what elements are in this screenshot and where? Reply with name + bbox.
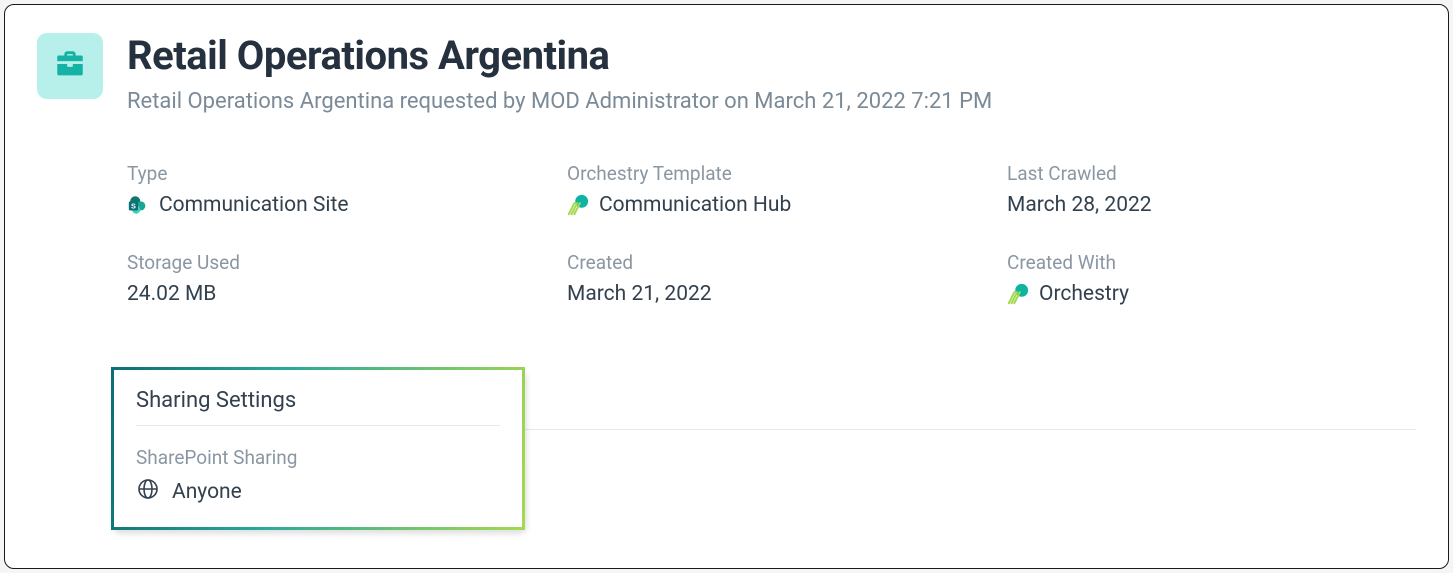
workspace-icon-box bbox=[37, 33, 103, 99]
detail-value: S Communication Site bbox=[127, 193, 567, 217]
detail-crawled: Last Crawled March 28, 2022 bbox=[1007, 162, 1416, 217]
detail-value: March 28, 2022 bbox=[1007, 193, 1416, 217]
detail-label: Type bbox=[127, 162, 567, 185]
detail-label: Orchestry Template bbox=[567, 162, 1007, 185]
sharing-panel-title: Sharing Settings bbox=[136, 388, 500, 426]
detail-created: Created March 21, 2022 bbox=[567, 251, 1007, 306]
detail-value: March 21, 2022 bbox=[567, 282, 1007, 306]
detail-label: Last Crawled bbox=[1007, 162, 1416, 185]
detail-label: Created bbox=[567, 251, 1007, 274]
sharepoint-sharing-label: SharePoint Sharing bbox=[136, 446, 500, 469]
orchestry-icon bbox=[567, 194, 589, 216]
detail-value-text: March 21, 2022 bbox=[567, 282, 712, 306]
sharepoint-sharing-value-text: Anyone bbox=[172, 480, 242, 504]
sharepoint-sharing-value: Anyone bbox=[136, 477, 500, 507]
globe-icon bbox=[136, 477, 160, 507]
detail-created-with: Created With Orchestry bbox=[1007, 251, 1416, 306]
sharepoint-icon: S bbox=[127, 194, 149, 216]
detail-type: Type S Communication Site bbox=[127, 162, 567, 217]
detail-value-text: March 28, 2022 bbox=[1007, 193, 1152, 217]
page-title: Retail Operations Argentina bbox=[127, 33, 1416, 79]
detail-label: Storage Used bbox=[127, 251, 567, 274]
workspace-detail-card: Retail Operations Argentina Retail Opera… bbox=[4, 4, 1449, 569]
detail-value: Communication Hub bbox=[567, 193, 1007, 217]
detail-value-text: Communication Site bbox=[159, 193, 349, 217]
sharing-settings-panel: Sharing Settings SharePoint Sharing Anyo… bbox=[111, 367, 525, 530]
orchestry-icon bbox=[1007, 283, 1029, 305]
detail-value-text: Orchestry bbox=[1039, 282, 1129, 306]
svg-text:S: S bbox=[131, 202, 136, 211]
section-divider bbox=[525, 429, 1416, 430]
detail-label: Created With bbox=[1007, 251, 1416, 274]
header-row: Retail Operations Argentina Retail Opera… bbox=[37, 33, 1416, 114]
detail-value-text: Communication Hub bbox=[599, 193, 791, 217]
details-grid: Type S Communication Site Orchestry Temp… bbox=[127, 162, 1416, 306]
page-subtitle: Retail Operations Argentina requested by… bbox=[127, 89, 1416, 114]
detail-value-text: 24.02 MB bbox=[127, 282, 216, 306]
detail-template: Orchestry Template Communication Hub bbox=[567, 162, 1007, 217]
header-text: Retail Operations Argentina Retail Opera… bbox=[127, 33, 1416, 114]
detail-value: 24.02 MB bbox=[127, 282, 567, 306]
detail-storage: Storage Used 24.02 MB bbox=[127, 251, 567, 306]
detail-value: Orchestry bbox=[1007, 282, 1416, 306]
briefcase-icon bbox=[53, 47, 87, 85]
